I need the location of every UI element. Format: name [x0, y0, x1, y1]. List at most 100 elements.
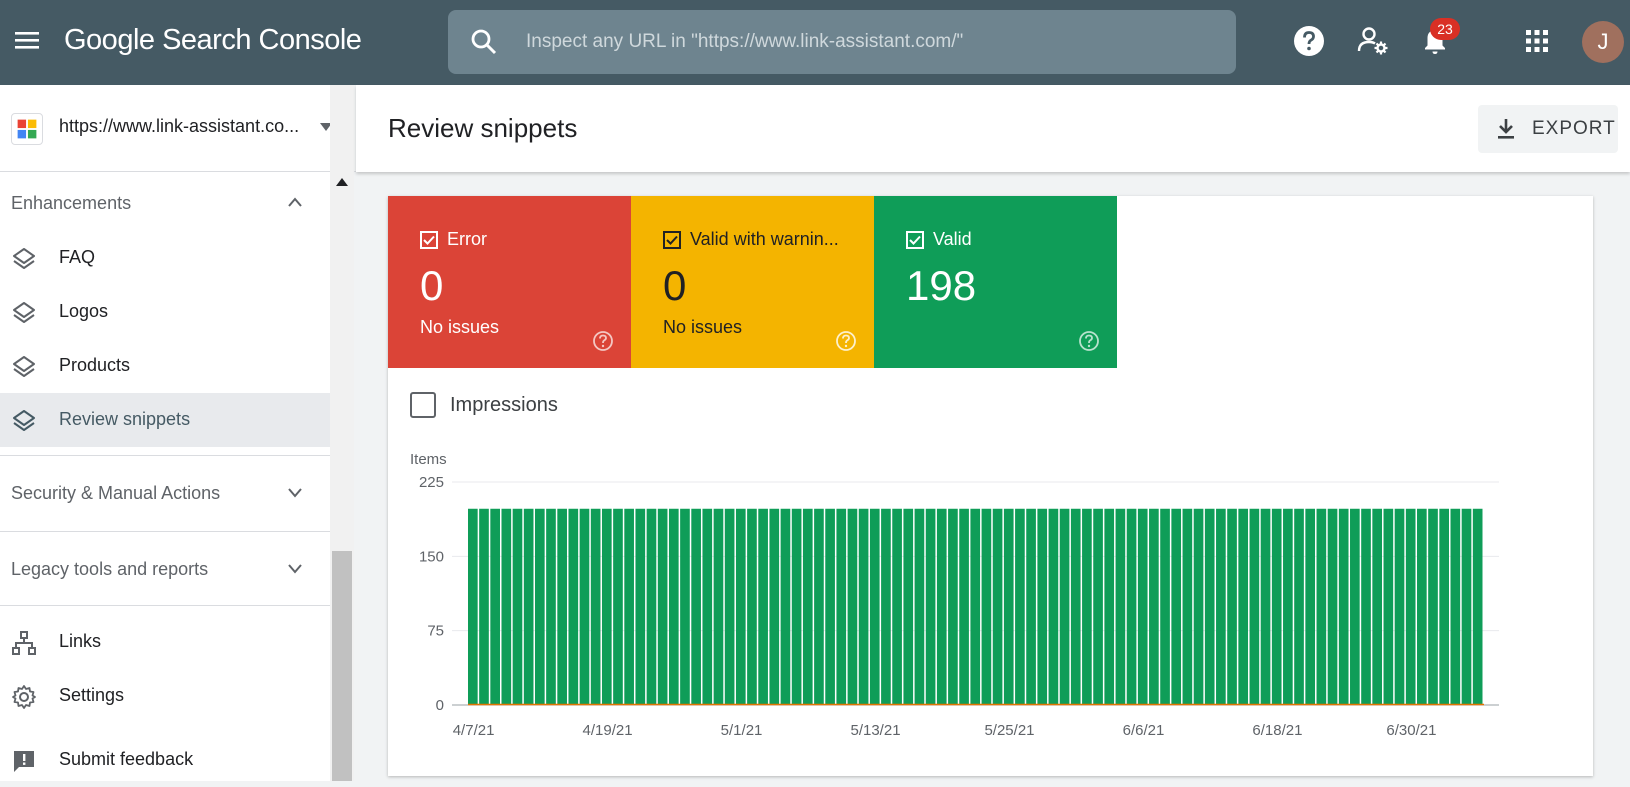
- bar-valid[interactable]: [1115, 508, 1126, 705]
- scroll-up-arrow-icon[interactable]: [336, 178, 348, 186]
- bar-valid[interactable]: [970, 508, 981, 705]
- bar-valid[interactable]: [1372, 508, 1383, 705]
- bar-valid[interactable]: [1394, 508, 1405, 705]
- bar-valid[interactable]: [590, 508, 601, 705]
- bar-valid[interactable]: [601, 508, 612, 705]
- bar-valid[interactable]: [1260, 508, 1271, 705]
- bar-valid[interactable]: [1283, 508, 1293, 705]
- bar-valid[interactable]: [936, 508, 947, 705]
- bar-valid[interactable]: [1238, 508, 1249, 705]
- bar-valid[interactable]: [769, 508, 780, 705]
- bar-valid[interactable]: [1305, 508, 1316, 705]
- bar-valid[interactable]: [1171, 508, 1182, 705]
- sidebar-item-products[interactable]: Products: [0, 339, 330, 393]
- bar-valid[interactable]: [635, 508, 646, 705]
- bar-valid[interactable]: [914, 508, 925, 705]
- bar-valid[interactable]: [1193, 508, 1204, 705]
- bar-valid[interactable]: [1361, 508, 1371, 705]
- bar-valid[interactable]: [1405, 508, 1416, 705]
- bar-valid[interactable]: [1126, 508, 1137, 705]
- sidebar-item-submit-feedback[interactable]: Submit feedback: [0, 733, 330, 787]
- bar-valid[interactable]: [858, 508, 869, 705]
- bar-valid[interactable]: [981, 508, 992, 705]
- bar-valid[interactable]: [892, 508, 902, 705]
- bar-valid[interactable]: [680, 508, 690, 705]
- bar-valid[interactable]: [925, 508, 936, 705]
- bar-valid[interactable]: [814, 508, 824, 705]
- bar-valid[interactable]: [1338, 508, 1349, 705]
- bar-valid[interactable]: [724, 508, 735, 705]
- bar-valid[interactable]: [523, 508, 534, 705]
- bar-valid[interactable]: [1104, 508, 1115, 705]
- bar-valid[interactable]: [668, 508, 679, 705]
- sidebar-item-faq[interactable]: FAQ: [0, 231, 330, 285]
- bar-valid[interactable]: [1439, 508, 1449, 705]
- bar-valid[interactable]: [613, 508, 623, 705]
- bar-valid[interactable]: [1216, 508, 1226, 705]
- app-logo[interactable]: Google Search Console: [64, 24, 362, 57]
- bar-valid[interactable]: [1182, 508, 1193, 705]
- bar-valid[interactable]: [468, 508, 478, 705]
- apps-grid-icon[interactable]: [1520, 24, 1554, 58]
- bar-valid[interactable]: [624, 508, 634, 705]
- bar-valid[interactable]: [1327, 508, 1338, 705]
- bar-valid[interactable]: [1472, 508, 1483, 705]
- bar-valid[interactable]: [791, 508, 802, 705]
- bar-valid[interactable]: [1048, 508, 1059, 705]
- bar-valid[interactable]: [646, 508, 657, 705]
- bar-valid[interactable]: [1003, 508, 1014, 705]
- bar-valid[interactable]: [1059, 508, 1070, 705]
- bar-valid[interactable]: [568, 508, 579, 705]
- bar-valid[interactable]: [869, 508, 880, 705]
- bar-valid[interactable]: [735, 508, 746, 705]
- account-avatar[interactable]: J: [1582, 21, 1624, 63]
- bar-valid[interactable]: [479, 508, 489, 705]
- section-enhancements[interactable]: Enhancements: [0, 175, 330, 231]
- url-inspection-search[interactable]: [448, 10, 1236, 74]
- bar-valid[interactable]: [1249, 508, 1260, 705]
- bar-valid[interactable]: [1271, 508, 1282, 705]
- bar-valid[interactable]: [1137, 508, 1148, 705]
- bar-valid[interactable]: [959, 508, 969, 705]
- bar-valid[interactable]: [579, 508, 590, 705]
- section-security-manual-actions[interactable]: Security & Manual Actions: [0, 465, 330, 521]
- bar-valid[interactable]: [557, 508, 567, 705]
- user-settings-icon[interactable]: [1356, 24, 1390, 58]
- bar-valid[interactable]: [1015, 508, 1025, 705]
- help-icon[interactable]: [1292, 24, 1326, 58]
- bar-valid[interactable]: [1026, 508, 1036, 705]
- bar-valid[interactable]: [1383, 508, 1394, 705]
- bar-valid[interactable]: [881, 508, 891, 705]
- bar-valid[interactable]: [903, 508, 914, 705]
- bar-valid[interactable]: [501, 508, 512, 705]
- bar-valid[interactable]: [780, 508, 791, 705]
- bar-valid[interactable]: [1037, 508, 1048, 705]
- bar-valid[interactable]: [1160, 508, 1170, 705]
- search-input[interactable]: [526, 24, 1206, 60]
- sidebar-item-links[interactable]: Links: [0, 615, 330, 669]
- bar-valid[interactable]: [713, 508, 724, 705]
- property-selector[interactable]: https://www.link-assistant.co...: [0, 85, 356, 172]
- bar-valid[interactable]: [1093, 508, 1103, 705]
- bar-valid[interactable]: [1461, 508, 1472, 705]
- bar-valid[interactable]: [1149, 508, 1159, 705]
- bar-valid[interactable]: [836, 508, 847, 705]
- bar-valid[interactable]: [1204, 508, 1215, 705]
- sidebar-item-logos[interactable]: Logos: [0, 285, 330, 339]
- menu-icon[interactable]: [12, 25, 42, 55]
- bar-valid[interactable]: [802, 508, 813, 705]
- section-legacy-tools[interactable]: Legacy tools and reports: [0, 541, 330, 597]
- sidebar-item-review-snippets[interactable]: Review snippets: [0, 393, 330, 447]
- bar-valid[interactable]: [490, 508, 500, 705]
- bar-valid[interactable]: [1350, 508, 1360, 705]
- bar-valid[interactable]: [1082, 508, 1092, 705]
- bar-valid[interactable]: [657, 508, 668, 705]
- bar-valid[interactable]: [847, 508, 858, 705]
- bar-valid[interactable]: [534, 508, 545, 705]
- bar-valid[interactable]: [1227, 508, 1237, 705]
- bar-valid[interactable]: [1294, 508, 1304, 705]
- bar-valid[interactable]: [512, 508, 523, 705]
- bar-valid[interactable]: [702, 508, 713, 705]
- bar-valid[interactable]: [546, 508, 556, 705]
- bar-valid[interactable]: [825, 508, 835, 705]
